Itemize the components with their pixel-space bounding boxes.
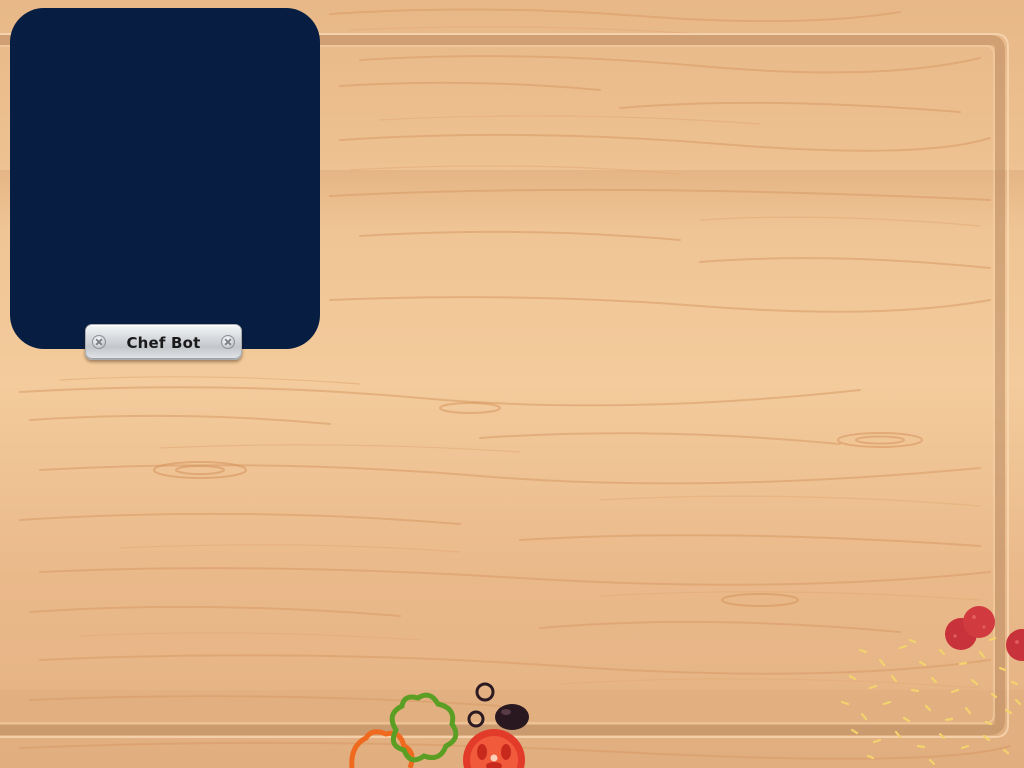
screw-icon	[221, 335, 235, 349]
cutting-board-scene: Chef Bot	[0, 0, 1024, 768]
chef-bot-nameplate: Chef Bot	[85, 324, 242, 360]
chef-bot-name-label: Chef Bot	[126, 334, 201, 352]
chef-bot-screen	[10, 8, 320, 349]
